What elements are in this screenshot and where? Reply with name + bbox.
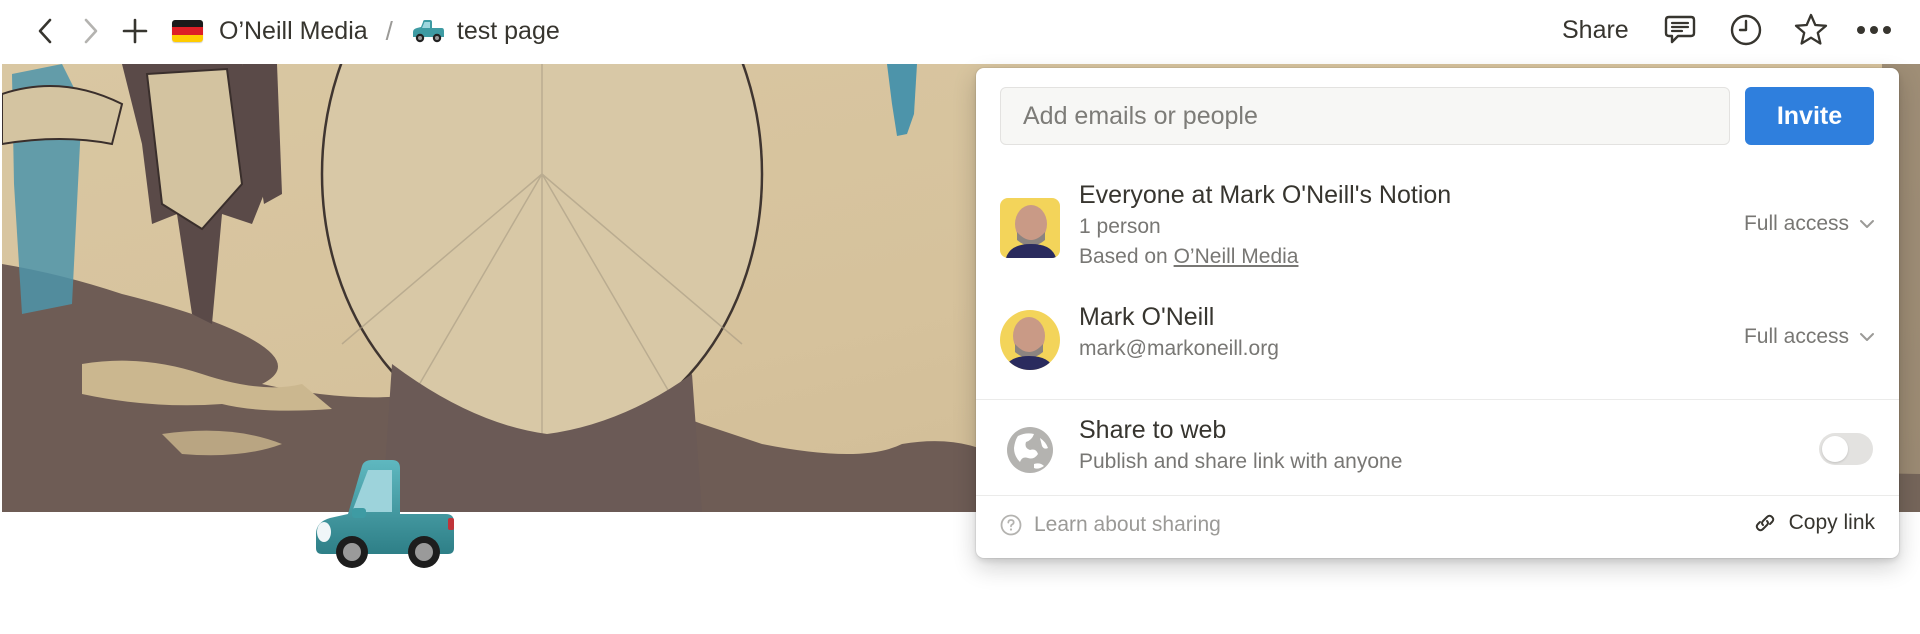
member-name: Everyone at Mark O'Neill's Notion bbox=[1079, 181, 1452, 209]
plus-icon bbox=[122, 18, 148, 44]
member-email: mark@markoneill.org bbox=[1079, 337, 1279, 360]
breadcrumb-page-label: test page bbox=[456, 16, 560, 45]
share-to-web-title: Share to web bbox=[1079, 416, 1227, 444]
page-icon-truck[interactable] bbox=[312, 456, 458, 572]
toggle-knob bbox=[1822, 436, 1848, 462]
breadcrumb-workspace[interactable]: O’Neill Media bbox=[168, 17, 372, 46]
pickup-truck-icon bbox=[412, 20, 444, 43]
access-dropdown[interactable]: Full access bbox=[1744, 325, 1875, 349]
learn-about-sharing-link[interactable]: Learn about sharing bbox=[1000, 513, 1221, 537]
more-horizontal-icon bbox=[1857, 26, 1891, 34]
globe-icon bbox=[1007, 427, 1053, 473]
updates-button[interactable] bbox=[1726, 10, 1766, 50]
share-popover: Invite Everyone at Mark O'Neill's Notion… bbox=[976, 68, 1899, 558]
link-icon bbox=[1755, 514, 1774, 532]
chevron-left-icon bbox=[38, 18, 52, 44]
share-to-web-row: Share to web Publish and share link with… bbox=[1000, 413, 1875, 485]
more-button[interactable] bbox=[1854, 10, 1894, 50]
favorite-button[interactable] bbox=[1791, 10, 1831, 50]
user-avatar bbox=[1000, 310, 1060, 370]
access-label: Full access bbox=[1743, 325, 1849, 348]
copy-link-label: Copy link bbox=[1788, 511, 1875, 534]
breadcrumb: O’Neill Media / test page bbox=[168, 12, 564, 50]
breadcrumb-workspace-label: O’Neill Media bbox=[219, 16, 368, 45]
comment-icon bbox=[1664, 15, 1696, 44]
german-flag-icon bbox=[172, 20, 203, 42]
invite-button[interactable]: Invite bbox=[1745, 87, 1874, 145]
member-row-user: Mark O'Neill mark@markoneill.org Full ac… bbox=[1000, 300, 1875, 384]
learn-label: Learn about sharing bbox=[1034, 513, 1221, 536]
clock-icon bbox=[1730, 14, 1762, 46]
new-page-button[interactable] bbox=[118, 14, 152, 48]
chevron-down-icon bbox=[1860, 220, 1874, 228]
share-button[interactable]: Share bbox=[1562, 12, 1629, 49]
access-dropdown[interactable]: Full access bbox=[1744, 212, 1875, 236]
member-name: Mark O'Neill bbox=[1079, 303, 1215, 331]
invite-input[interactable] bbox=[1000, 87, 1730, 145]
based-on-prefix: Based on bbox=[1079, 245, 1168, 268]
access-label: Full access bbox=[1743, 212, 1849, 235]
help-icon bbox=[1000, 514, 1022, 536]
breadcrumb-separator: / bbox=[385, 15, 393, 46]
invite-row: Invite bbox=[1000, 87, 1875, 145]
forward-button[interactable] bbox=[74, 14, 108, 48]
member-count: 1 person bbox=[1079, 215, 1161, 238]
divider bbox=[976, 399, 1899, 400]
chevron-right-icon bbox=[84, 18, 98, 44]
popover-footer: Learn about sharing Copy link bbox=[1000, 496, 1875, 558]
chevron-down-icon bbox=[1860, 333, 1874, 341]
top-bar: O’Neill Media / test page Share bbox=[0, 0, 1920, 62]
star-icon bbox=[1794, 13, 1828, 45]
share-to-web-toggle[interactable] bbox=[1819, 433, 1873, 465]
back-button[interactable] bbox=[28, 14, 62, 48]
workspace-avatar bbox=[1000, 198, 1060, 258]
based-on-link[interactable]: O’Neill Media bbox=[1174, 245, 1299, 268]
share-to-web-subtitle: Publish and share link with anyone bbox=[1079, 450, 1403, 473]
comments-button[interactable] bbox=[1660, 10, 1700, 50]
copy-link-button[interactable]: Copy link bbox=[1753, 511, 1875, 535]
breadcrumb-page[interactable]: test page bbox=[407, 17, 564, 46]
member-based-on: Based on O’Neill Media bbox=[1079, 242, 1451, 272]
member-row-workspace: Everyone at Mark O'Neill's Notion 1 pers… bbox=[1000, 178, 1875, 288]
